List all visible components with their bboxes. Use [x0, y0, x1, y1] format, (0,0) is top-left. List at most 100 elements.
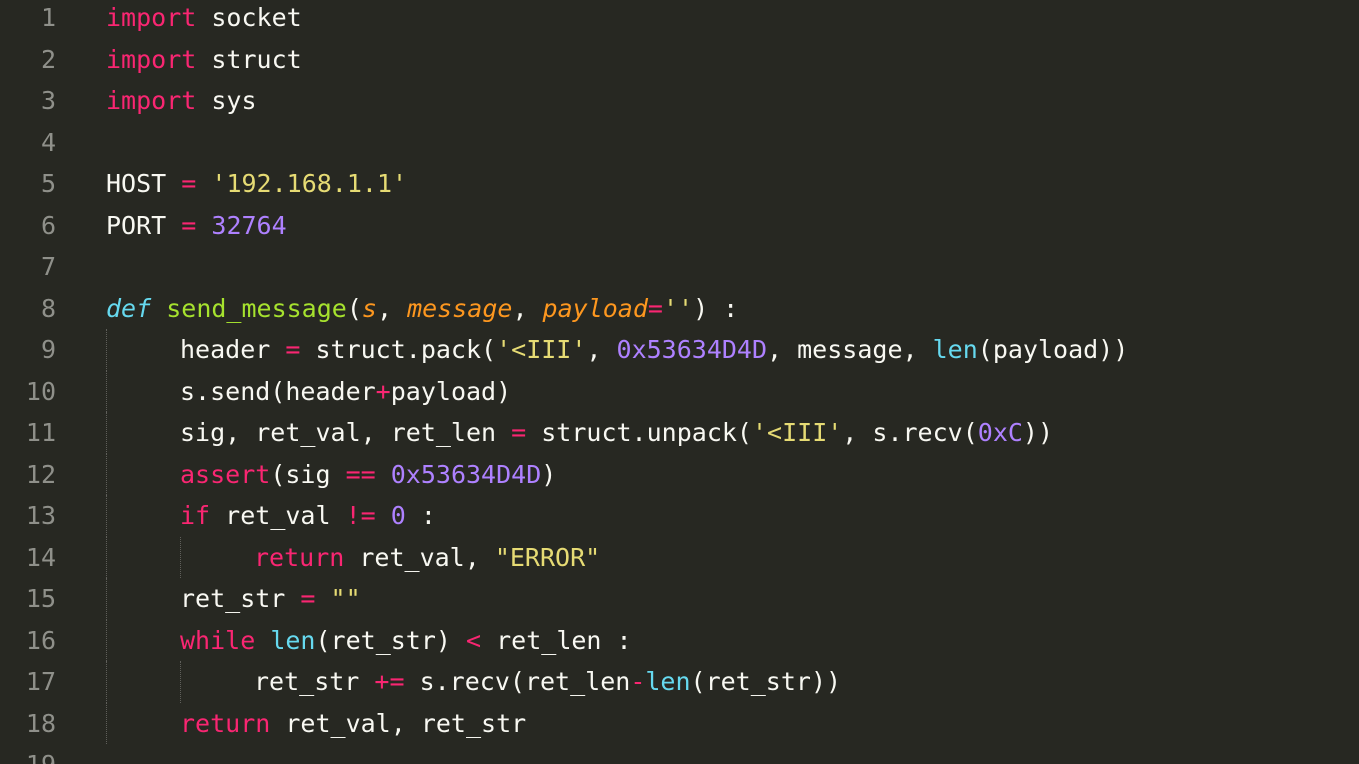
line-number: 1: [40, 3, 56, 32]
indent-guide: [180, 536, 181, 578]
line-number: 8: [40, 293, 56, 323]
code-token: '<III': [751, 418, 843, 447]
code-token: ,: [376, 293, 408, 323]
code-token: message: [407, 293, 513, 323]
code-line[interactable]: 7: [0, 246, 1359, 288]
code-token: +: [375, 376, 391, 406]
line-number: 10: [25, 376, 56, 406]
code-token: ,: [512, 293, 543, 323]
code-line[interactable]: 14 return ret_val, "ERROR": [0, 536, 1359, 579]
indent-guide: [106, 536, 107, 578]
code-token: struct.pack(: [300, 335, 497, 364]
code-token: struct: [196, 44, 302, 74]
code-token: ret_str: [254, 667, 375, 696]
code-line[interactable]: 10 s.send(header+payload): [0, 370, 1359, 413]
code-token: while: [180, 625, 256, 655]
code-text: header = struct.pack('<III', 0x53634D4D,…: [180, 329, 1128, 371]
code-line[interactable]: 17 ret_str += s.recv(ret_len-len(ret_str)…: [0, 661, 1359, 703]
code-line[interactable]: 16 while len(ret_str) < ret_len :: [0, 619, 1359, 662]
line-number: 14: [25, 542, 56, 572]
code-text: sig, ret_val, ret_len = struct.unpack('<…: [180, 412, 1053, 454]
code-token: s.recv(ret_len: [404, 667, 631, 696]
indent-guide: [106, 412, 107, 454]
code-token: 32764: [211, 210, 287, 240]
line-number: 2: [40, 44, 56, 74]
code-token: -: [630, 667, 646, 696]
code-token: ret_val: [210, 501, 346, 530]
code-line[interactable]: 11 sig, ret_val, ret_len = struct.unpack(…: [0, 412, 1359, 454]
code-token: ,: [586, 335, 617, 364]
code-line[interactable]: 8 def send_message(s, message, payload=''…: [0, 288, 1359, 330]
code-token: payload): [390, 376, 512, 406]
code-line[interactable]: 5 HOST = '192.168.1.1': [0, 163, 1359, 205]
code-token: '192.168.1.1': [211, 169, 408, 198]
code-line[interactable]: 12 assert(sig == 0x53634D4D): [0, 453, 1359, 496]
code-token: =: [181, 169, 197, 198]
indent-guide: [106, 702, 107, 744]
code-token: =: [300, 584, 316, 613]
indent-guide: [106, 661, 107, 703]
code-text: PORT = 32764: [106, 205, 287, 247]
code-token: '<III': [496, 335, 587, 364]
line-number: 3: [40, 86, 56, 115]
code-token: =: [285, 335, 301, 364]
line-number: 16: [25, 625, 56, 655]
code-token: if: [180, 501, 211, 530]
code-line[interactable]: 2 import struct: [0, 39, 1359, 81]
code-token: (sig: [270, 459, 346, 489]
code-token: )): [1022, 418, 1054, 447]
code-text: if ret_val != 0 :: [180, 495, 436, 537]
line-number: 5: [40, 169, 56, 198]
code-line[interactable]: 9 header = struct.pack('<III', 0x53634D4D…: [0, 329, 1359, 371]
line-number: 18: [25, 708, 56, 738]
code-token: PORT: [106, 210, 182, 240]
code-text: s.send(header+payload): [180, 371, 511, 413]
code-token: import: [106, 86, 197, 115]
code-text: import sys: [106, 80, 257, 122]
code-line[interactable]: 6 PORT = 32764: [0, 205, 1359, 247]
code-token: =: [181, 210, 197, 240]
code-line[interactable]: 3 import sys: [0, 80, 1359, 122]
code-token: return: [254, 542, 345, 572]
code-token: 0x53634D4D: [390, 459, 542, 489]
code-token: return: [180, 708, 271, 738]
code-text: def send_message(s, message, payload='')…: [106, 288, 738, 330]
code-token: 0xC: [977, 418, 1023, 447]
code-text: ret_str += s.recv(ret_len-len(ret_str)): [254, 661, 841, 703]
line-number: 15: [25, 584, 56, 613]
code-token: socket: [196, 3, 302, 32]
code-token: len: [932, 335, 978, 364]
code-token: ret_val,: [344, 542, 495, 572]
code-token: ==: [345, 459, 376, 489]
code-line[interactable]: 1 import socket: [0, 0, 1359, 39]
indent-guide: [106, 370, 107, 412]
code-text: while len(ret_str) < ret_len :: [180, 620, 632, 662]
code-token: s: [361, 293, 377, 323]
code-token: =: [511, 418, 527, 447]
code-text: import struct: [106, 39, 302, 81]
code-line[interactable]: 19: [0, 744, 1359, 764]
code-token: !=: [345, 501, 376, 530]
code-token: +=: [374, 667, 405, 696]
code-editor[interactable]: 1 import socket 2 import struct 3 import sys 4…: [0, 0, 1359, 764]
code-text: return ret_val, "ERROR": [254, 537, 600, 579]
code-text: assert(sig == 0x53634D4D): [180, 454, 556, 496]
code-line[interactable]: 13 if ret_val != 0 :: [0, 495, 1359, 537]
code-token: '': [662, 293, 694, 323]
code-token: (ret_str): [315, 625, 466, 655]
code-token: ret_val, ret_str: [270, 708, 527, 738]
code-line[interactable]: 4: [0, 122, 1359, 164]
code-token: ): [541, 459, 557, 489]
code-token: , message,: [767, 335, 933, 364]
code-line[interactable]: 18 return ret_val, ret_str: [0, 702, 1359, 744]
code-token: sys: [196, 86, 257, 115]
code-line[interactable]: 15 ret_str = "": [0, 578, 1359, 620]
code-token: HOST: [106, 169, 182, 198]
line-number: 12: [25, 459, 56, 489]
